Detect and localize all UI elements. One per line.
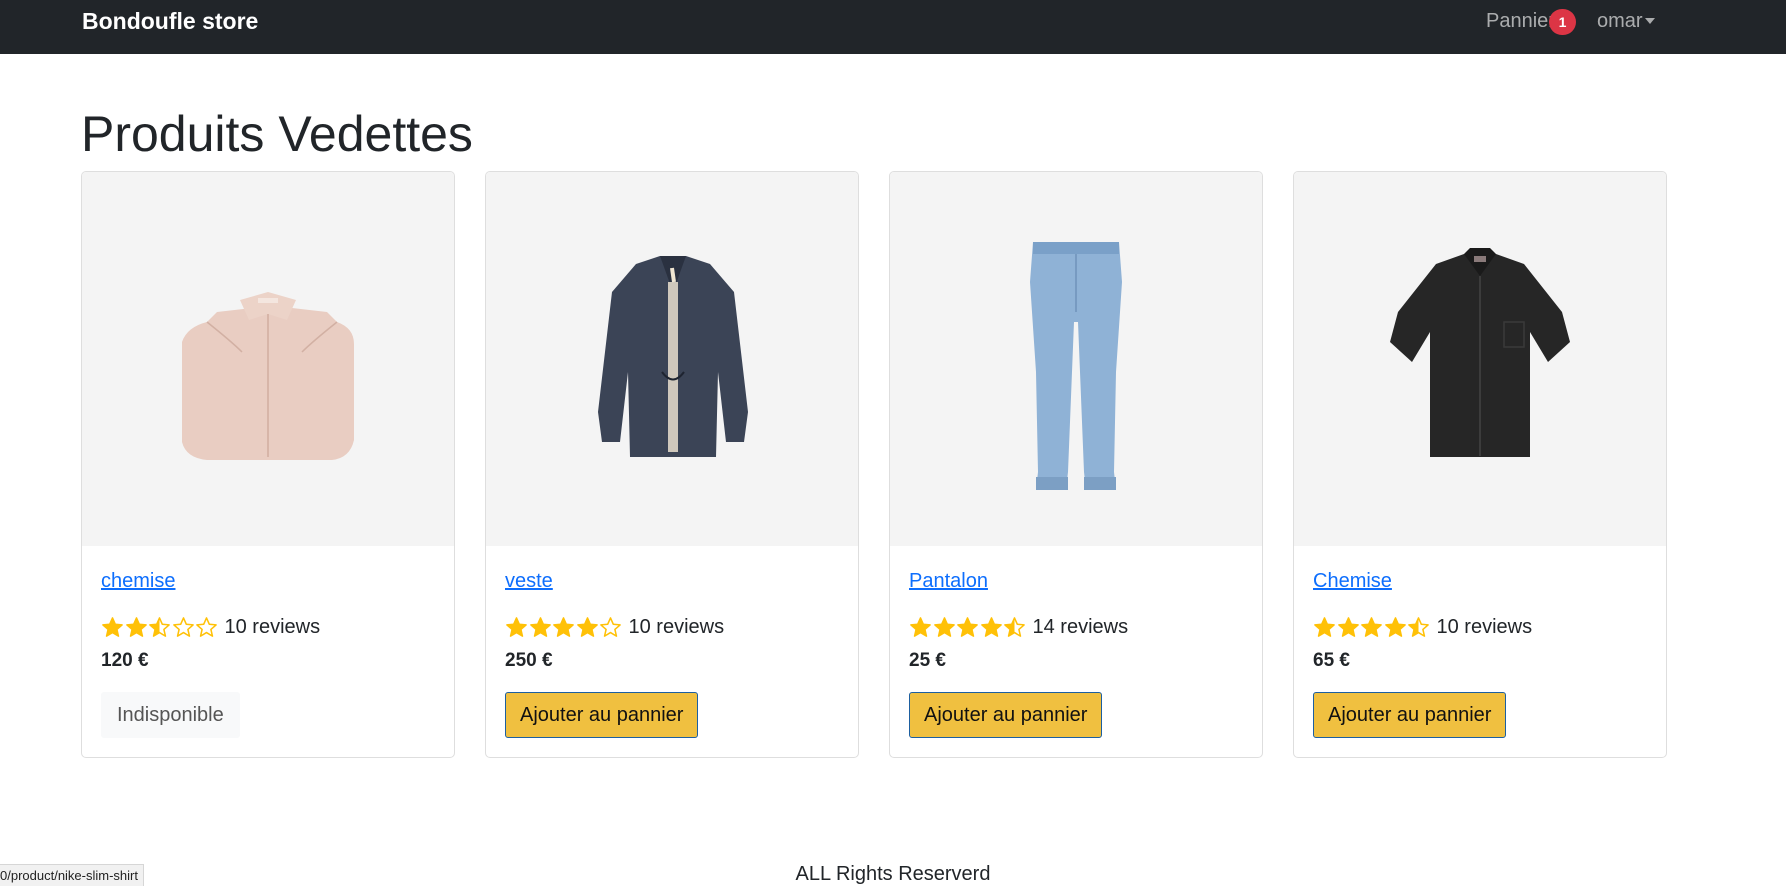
brand-link[interactable]: Bondoufle store [82, 8, 258, 34]
product-image-link[interactable] [890, 172, 1262, 546]
star-filled-icon [1361, 616, 1382, 637]
product-title-link[interactable]: veste [505, 568, 553, 594]
star-filled-icon [553, 616, 574, 637]
cart-link[interactable]: Pannier [1486, 8, 1555, 34]
star-half-icon [1004, 616, 1025, 637]
star-filled-icon [1314, 616, 1335, 637]
product-image-link[interactable] [1294, 172, 1666, 546]
star-empty-icon [172, 616, 194, 637]
product-card: Pantalon 14 reviews 25 € Ajouter au pann… [889, 171, 1263, 758]
star-filled-icon [957, 616, 978, 637]
product-price: 250 € [505, 650, 553, 671]
product-card: chemise 10 reviews 120 € Indisponible [81, 171, 455, 758]
star-filled-icon [102, 616, 123, 637]
product-title-link[interactable]: Pantalon [909, 568, 988, 594]
jeans-image [1030, 242, 1122, 490]
unavailable-button: Indisponible [101, 692, 240, 738]
reviews-count: 14 reviews [1032, 616, 1129, 638]
star-empty-icon [600, 616, 621, 637]
star-filled-icon [1384, 616, 1406, 637]
navy-jacket-image [598, 256, 748, 457]
star-half-icon [149, 616, 170, 637]
star-filled-icon [1337, 616, 1359, 637]
star-rating: 14 reviews [909, 613, 1128, 641]
page-title: Produits Vedettes [81, 106, 473, 162]
reviews-count: 10 reviews [1436, 616, 1533, 638]
star-half-icon [1408, 616, 1429, 637]
beige-halter-shirt-image [182, 292, 354, 460]
star-rating: 10 reviews [1313, 613, 1532, 641]
star-filled-icon [933, 616, 955, 637]
product-price: 65 € [1313, 650, 1350, 671]
reviews-count: 10 reviews [224, 616, 321, 638]
product-image-link[interactable] [486, 172, 858, 546]
add-to-cart-button[interactable]: Ajouter au pannier [909, 692, 1103, 738]
star-filled-icon [529, 616, 551, 637]
product-title-link[interactable]: Chemise [1313, 568, 1392, 594]
star-rating: 10 reviews [505, 613, 724, 641]
star-filled-icon [910, 616, 931, 637]
top-navbar: Bondoufle store Pannier 1 omar [0, 0, 1786, 54]
product-card: Chemise 10 reviews 65 € Ajouter au panni… [1293, 171, 1667, 758]
footer-text: ALL Rights Reserverd [795, 863, 991, 885]
product-price: 120 € [101, 650, 149, 671]
add-to-cart-button[interactable]: Ajouter au pannier [1313, 692, 1507, 738]
star-empty-icon [196, 616, 217, 637]
black-shirt-image [1390, 248, 1570, 457]
star-rating: 10 reviews [101, 613, 320, 641]
product-image-link[interactable] [82, 172, 454, 546]
reviews-count: 10 reviews [628, 616, 725, 638]
user-menu-toggle[interactable]: omar [1597, 8, 1643, 34]
product-card: veste 10 reviews 250 € Ajouter au pannie… [485, 171, 859, 758]
product-title-link[interactable]: chemise [101, 568, 175, 594]
add-to-cart-button[interactable]: Ajouter au pannier [505, 692, 699, 738]
star-filled-icon [576, 616, 598, 637]
chevron-down-icon[interactable] [1645, 18, 1655, 24]
cart-count-badge: 1 [1549, 9, 1576, 35]
star-filled-icon [980, 616, 1002, 637]
status-bar-url: 0/product/nike-slim-shirt [0, 864, 144, 886]
product-price: 25 € [909, 650, 946, 671]
star-filled-icon [125, 616, 147, 637]
star-filled-icon [506, 616, 527, 637]
